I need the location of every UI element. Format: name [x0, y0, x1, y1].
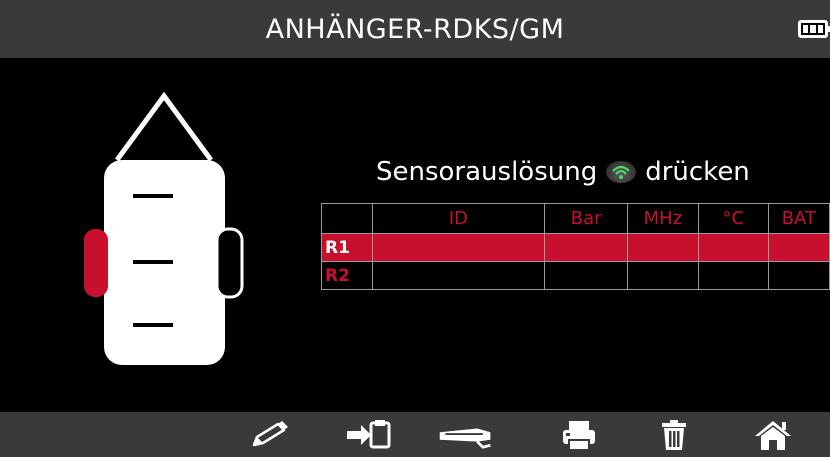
page-title: ANHÄNGER-RDKS/GM	[265, 13, 565, 45]
prompt-text-after: drücken	[645, 157, 750, 187]
column-header-id: ID	[371, 203, 546, 234]
column-header-bar: Bar	[544, 203, 628, 234]
column-header-mhz: MHz	[626, 203, 699, 234]
axle-line	[133, 194, 173, 198]
transfer-to-tool-icon[interactable]	[338, 412, 398, 457]
table-cell	[544, 261, 628, 290]
sensor-prompt: Sensorauslösung drücken	[376, 150, 750, 194]
delete-icon[interactable]	[644, 412, 704, 457]
table-cell	[626, 261, 699, 290]
edit-icon[interactable]	[240, 412, 300, 457]
row-label: R2	[321, 261, 373, 290]
axle-line	[133, 323, 173, 327]
tow-hitch-icon	[114, 91, 214, 162]
obd-cable-icon[interactable]	[436, 412, 496, 457]
home-icon[interactable]	[743, 412, 803, 457]
prompt-text-before: Sensorauslösung	[376, 157, 598, 187]
table-cell	[697, 261, 769, 290]
wheel-left-selected[interactable]	[84, 229, 108, 297]
battery-full-icon	[798, 20, 830, 38]
print-icon[interactable]	[549, 412, 609, 457]
column-header-temp: °C	[697, 203, 769, 234]
column-header-bat: BAT	[767, 203, 830, 234]
bottom-toolbar	[0, 412, 830, 457]
row-label: R1	[321, 233, 373, 262]
table-cell	[697, 233, 769, 262]
sensor-trigger-button-icon	[606, 161, 637, 183]
table-header-row: ID Bar MHz °C BAT	[321, 203, 830, 234]
sensor-readings-table: ID Bar MHz °C BAT R1 R2	[321, 203, 830, 290]
table-row[interactable]: R2	[321, 261, 830, 290]
table-cell	[626, 233, 699, 262]
trailer-diagram	[84, 91, 244, 365]
table-cell	[767, 261, 830, 290]
table-cell	[371, 233, 546, 262]
table-cell	[544, 233, 628, 262]
axle-line	[133, 260, 173, 264]
table-cell	[371, 261, 546, 290]
table-row[interactable]: R1	[321, 233, 830, 262]
wheel-right[interactable]	[215, 227, 244, 299]
table-cell	[767, 233, 830, 262]
column-header-wheel	[321, 203, 373, 234]
